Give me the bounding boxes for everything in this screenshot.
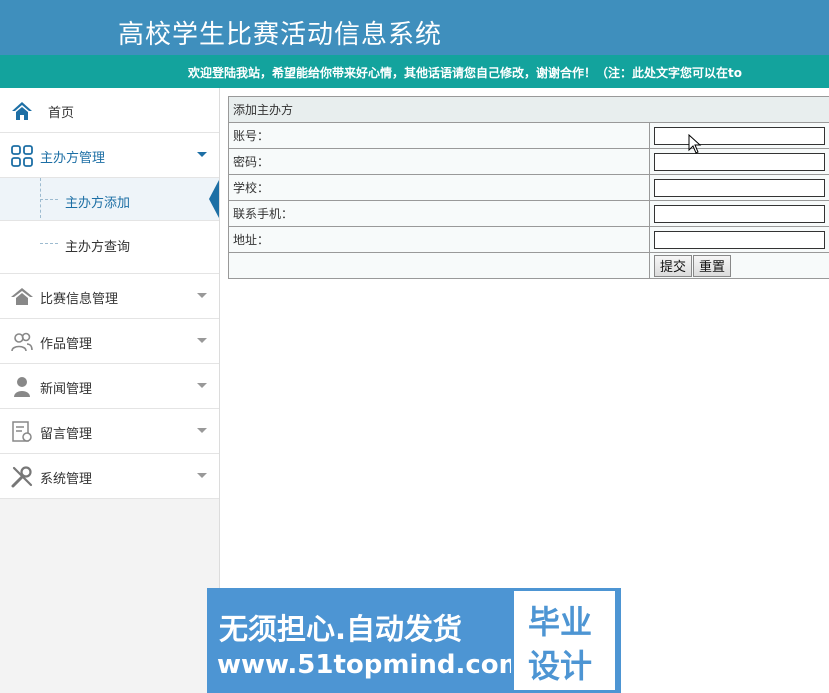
tree-line — [40, 178, 41, 218]
watermark-url: www.51topmind.com — [217, 650, 526, 680]
watermark-badge: 毕业 设计 — [511, 588, 618, 693]
field-cell — [649, 174, 829, 201]
sidebar-item-competition-management[interactable]: 比赛信息管理 — [0, 274, 219, 319]
sidebar-item-label: 主办方管理 — [40, 151, 106, 166]
grid-icon — [11, 145, 33, 167]
field-label: 密码： — [228, 148, 650, 175]
sidebar-item-label: 首页 — [48, 106, 75, 121]
add-organizer-form: 添加主办方 账号： 密码： 学校： 联系手机： 地址： 提交 重置 — [228, 96, 829, 279]
chevron-down-icon — [197, 152, 207, 157]
sidebar-item-organizer-management[interactable]: 主办方管理 — [0, 133, 219, 178]
form-row-phone: 联系手机： — [228, 200, 829, 227]
account-input[interactable] — [654, 126, 825, 145]
empty-cell — [228, 252, 650, 279]
chevron-down-icon — [197, 383, 207, 388]
active-indicator — [209, 180, 219, 218]
sidebar-item-label: 新闻管理 — [40, 382, 93, 397]
school-input[interactable] — [654, 178, 825, 197]
sidebar-item-label: 比赛信息管理 — [40, 292, 119, 307]
home-icon — [12, 102, 32, 120]
form-row-actions: 提交 重置 — [228, 252, 829, 279]
form-row-password: 密码： — [228, 148, 829, 175]
field-cell — [649, 148, 829, 175]
person-icon — [14, 377, 30, 397]
chevron-down-icon — [197, 473, 207, 478]
marquee-text: 欢迎登陆我站，希望能给你带来好心情，其他话语请您自己修改，谢谢合作！（注：此处文… — [188, 66, 742, 80]
chevron-down-icon — [197, 338, 207, 343]
form-caption-row: 添加主办方 — [228, 96, 829, 123]
field-label: 联系手机： — [228, 200, 650, 227]
field-label: 学校： — [228, 174, 650, 201]
mouse-cursor-icon — [688, 134, 702, 154]
house-icon — [11, 288, 33, 305]
phone-input[interactable] — [654, 204, 825, 223]
sidebar-item-works-management[interactable]: 作品管理 — [0, 319, 219, 364]
content-area: 添加主办方 账号： 密码： 学校： 联系手机： 地址： 提交 重置 — [228, 96, 829, 279]
sidebar: 首页 主办方管理 主办方添加 主办方查询 比赛信息管理 作品管理 新闻管理 留言… — [0, 88, 220, 693]
sidebar-item-home[interactable]: 首页 — [0, 88, 219, 133]
sidebar-item-system-management[interactable]: 系统管理 — [0, 454, 219, 499]
welcome-marquee: 欢迎登陆我站，希望能给你带来好心情，其他话语请您自己修改，谢谢合作！（注：此处文… — [0, 55, 829, 88]
header-bar: 高校学生比赛活动信息系统 — [0, 0, 829, 55]
tree-connector — [40, 199, 58, 200]
tools-icon — [11, 466, 33, 488]
password-input[interactable] — [654, 152, 825, 171]
sidebar-item-label: 留言管理 — [40, 427, 93, 442]
form-row-account: 账号： — [228, 122, 829, 149]
tree-connector — [40, 243, 58, 244]
field-label: 账号： — [228, 122, 650, 149]
watermark-badge-line2: 设计 — [528, 647, 593, 685]
note-icon — [12, 421, 32, 442]
chevron-down-icon — [197, 293, 207, 298]
page-title: 高校学生比赛活动信息系统 — [118, 20, 443, 50]
form-caption: 添加主办方 — [228, 96, 829, 123]
field-cell — [649, 200, 829, 227]
sidebar-item-label: 作品管理 — [40, 337, 93, 352]
users-icon — [11, 332, 33, 352]
chevron-down-icon — [197, 428, 207, 433]
subitem-label: 主办方查询 — [65, 240, 131, 255]
watermark-badge-line1: 毕业 — [528, 603, 593, 641]
field-cell — [649, 122, 829, 149]
sidebar-item-message-management[interactable]: 留言管理 — [0, 409, 219, 454]
subitem-label: 主办方添加 — [65, 196, 131, 211]
reset-button[interactable]: 重置 — [693, 254, 732, 277]
sidebar-item-news-management[interactable]: 新闻管理 — [0, 364, 219, 409]
form-row-address: 地址： — [228, 226, 829, 253]
submenu-organizer: 主办方添加 主办方查询 — [0, 178, 219, 274]
address-input[interactable] — [654, 230, 825, 249]
watermark-line1: 无须担心.自动发货 — [219, 612, 463, 646]
submit-button[interactable]: 提交 — [654, 254, 693, 277]
field-cell — [649, 226, 829, 253]
form-row-school: 学校： — [228, 174, 829, 201]
sidebar-subitem-query-organizer[interactable]: 主办方查询 — [0, 222, 219, 265]
field-label: 地址： — [228, 226, 650, 253]
sidebar-subitem-add-organizer[interactable]: 主办方添加 — [0, 178, 219, 221]
watermark-banner: 无须担心.自动发货 www.51topmind.com 毕业 设计 — [207, 588, 621, 693]
app-window: 高校学生比赛活动信息系统 欢迎登陆我站，希望能给你带来好心情，其他话语请您自己修… — [0, 0, 829, 693]
sidebar-item-label: 系统管理 — [40, 472, 93, 487]
actions-cell: 提交 重置 — [649, 252, 829, 279]
